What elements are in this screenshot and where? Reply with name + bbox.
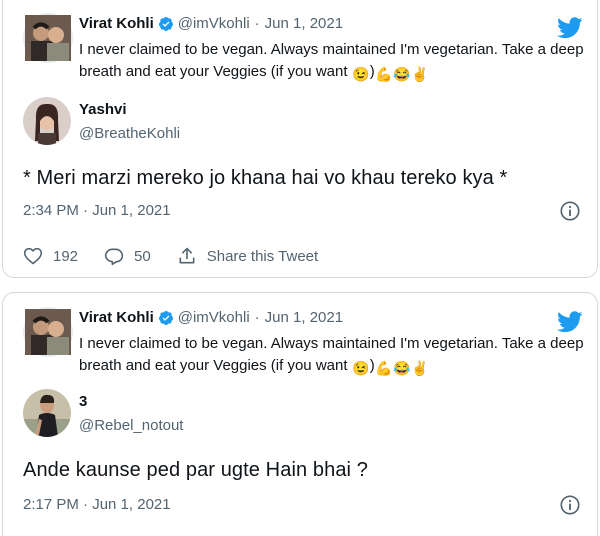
avatar-image	[23, 389, 71, 437]
quoted-text-body: I never claimed to be vegan. Always main…	[79, 41, 584, 80]
share-icon	[179, 247, 195, 264]
quoted-tweet[interactable]: Virat Kohli @imVkohli · Jun 1, 2021 I ne…	[23, 13, 584, 83]
tears-of-joy-icon: 😂	[392, 66, 411, 82]
quoted-tweet[interactable]: Virat Kohli @imVkohli · Jun 1, 2021 I ne…	[23, 307, 584, 377]
verified-badge-icon	[158, 16, 173, 31]
share-label: Share this Tweet	[206, 247, 319, 265]
tweet-text: Ande kaunse ped par ugte Hain bhai ?	[23, 459, 368, 481]
tweet-actions: 192 50 Share this Tweet	[23, 246, 344, 266]
verified-badge-icon	[158, 310, 173, 325]
avatar[interactable]	[23, 13, 73, 63]
reply-count: 50	[134, 247, 151, 265]
quoted-header: Virat Kohli @imVkohli · Jun 1, 2021	[79, 309, 343, 326]
winking-face-icon: 😉	[351, 66, 370, 82]
twitter-logo-icon[interactable]	[557, 311, 583, 333]
share-button[interactable]: Share this Tweet	[177, 246, 318, 266]
tweet-date[interactable]: Jun 1, 2021	[265, 15, 343, 32]
author-handle[interactable]: @imVkohli	[178, 309, 250, 326]
reply-author-handle[interactable]: @BreatheKohli	[79, 125, 180, 142]
avatar-image	[25, 309, 71, 355]
quoted-text: I never claimed to be vegan. Always main…	[79, 333, 597, 377]
author-handle[interactable]: @imVkohli	[178, 15, 250, 32]
avatar[interactable]	[23, 307, 73, 357]
tweet-timestamp[interactable]: 2:17 PM · Jun 1, 2021	[23, 496, 171, 513]
quoted-text: I never claimed to be vegan. Always main…	[79, 39, 597, 83]
avatar[interactable]	[23, 97, 71, 145]
info-icon[interactable]	[559, 494, 581, 516]
info-icon[interactable]	[559, 200, 581, 222]
reply-author[interactable]: 3 @Rebel_notout	[23, 389, 583, 441]
like-count: 192	[53, 247, 79, 265]
quoted-text-body: I never claimed to be vegan. Always main…	[79, 335, 584, 374]
tweet-card[interactable]: Virat Kohli @imVkohli · Jun 1, 2021 I ne…	[2, 292, 598, 536]
reply-author-handle[interactable]: @Rebel_notout	[79, 417, 183, 434]
reply-button[interactable]: 50	[104, 246, 151, 266]
tweet-card[interactable]: Virat Kohli @imVkohli · Jun 1, 2021 I ne…	[2, 0, 598, 278]
tweet-text: * Meri marzi mereko jo khana hai vo khau…	[23, 167, 508, 189]
winking-face-icon: 😉	[351, 360, 370, 376]
heart-icon	[23, 247, 43, 265]
like-button[interactable]: 192	[23, 246, 78, 266]
author-name[interactable]: Virat Kohli	[79, 15, 154, 32]
tweet-date[interactable]: Jun 1, 2021	[265, 309, 343, 326]
tweet-timestamp[interactable]: 2:34 PM · Jun 1, 2021	[23, 202, 171, 219]
twitter-logo-icon[interactable]	[557, 17, 583, 39]
avatar-image	[25, 15, 71, 61]
victory-hand-icon: ✌	[410, 66, 429, 82]
tears-of-joy-icon: 😂	[392, 360, 411, 376]
reply-bubble-icon	[104, 248, 124, 266]
quoted-header: Virat Kohli @imVkohli · Jun 1, 2021	[79, 15, 343, 32]
separator-dot: ·	[254, 15, 260, 32]
reply-author-name[interactable]: Yashvi	[79, 101, 127, 118]
avatar[interactable]	[23, 389, 71, 437]
avatar-image	[23, 97, 71, 145]
victory-hand-icon: ✌	[410, 360, 429, 376]
reply-author-name[interactable]: 3	[79, 393, 87, 410]
author-name[interactable]: Virat Kohli	[79, 309, 154, 326]
flexed-biceps-icon: 💪	[374, 360, 393, 376]
flexed-biceps-icon: 💪	[374, 66, 393, 82]
reply-author[interactable]: Yashvi @BreatheKohli	[23, 97, 583, 149]
separator-dot: ·	[254, 309, 260, 326]
